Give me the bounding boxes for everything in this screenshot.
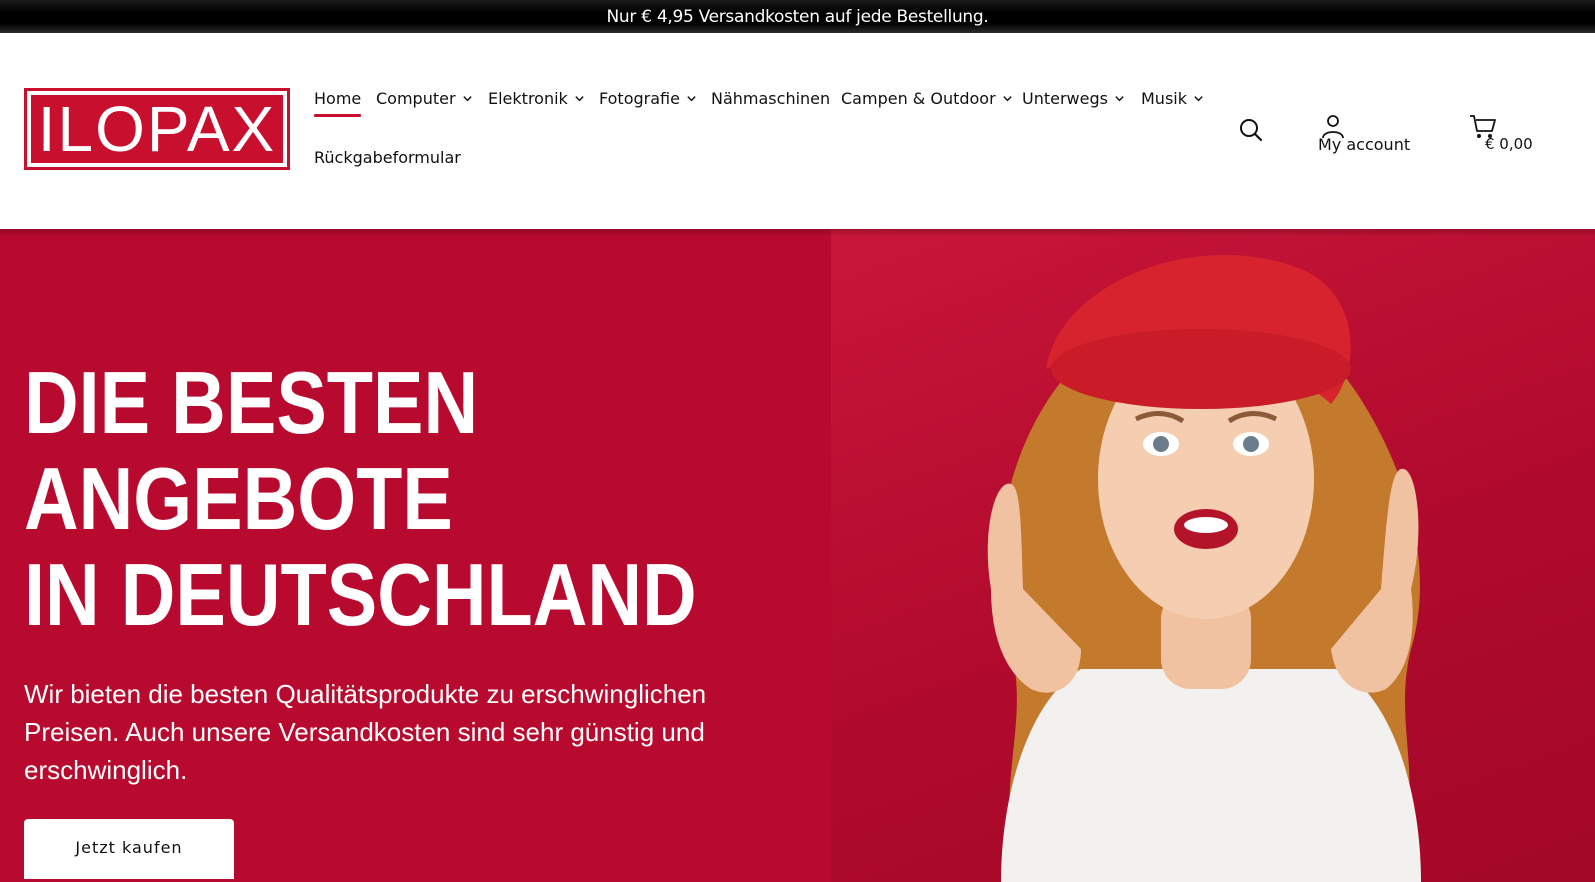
- chevron-down-icon: [1002, 96, 1012, 102]
- nav-item-musik[interactable]: Musik: [1141, 89, 1204, 108]
- logo[interactable]: ILOPAX: [24, 88, 290, 170]
- chevron-down-icon: [575, 96, 584, 102]
- header-shadow: [0, 229, 1595, 237]
- nav-label: Rückgabeformular: [314, 148, 461, 167]
- woman-photo-illustration: [987, 255, 1421, 882]
- chevron-down-icon: [462, 96, 472, 102]
- nav-label: Campen & Outdoor: [841, 89, 996, 108]
- nav-item-home[interactable]: Home: [314, 89, 362, 117]
- nav-label: Fotografie: [599, 89, 680, 108]
- search-icon[interactable]: [1238, 117, 1264, 143]
- hero-title-line: ANGEBOTE: [24, 449, 453, 548]
- nav-label: Home: [314, 89, 362, 108]
- nav-label: Musik: [1141, 89, 1187, 108]
- chevron-down-icon: [687, 96, 696, 102]
- nav-label: Computer: [376, 89, 456, 108]
- nav-item-computer[interactable]: Computer: [376, 89, 473, 108]
- nav-label: Nähmaschinen: [711, 89, 831, 108]
- hero-description: Wir bieten die besten Qualitätsprodukte …: [24, 679, 707, 785]
- nav-item-rueckgabeformular[interactable]: Rückgabeformular: [314, 148, 461, 167]
- nav-item-campen-outdoor[interactable]: Campen & Outdoor: [841, 89, 1013, 108]
- hero-title-line: DIE BESTEN: [24, 353, 479, 452]
- nav-item-unterwegs[interactable]: Unterwegs: [1022, 89, 1125, 108]
- hero-image: [831, 229, 1595, 882]
- nav-item-elektronik[interactable]: Elektronik: [488, 89, 585, 108]
- my-account-link[interactable]: My account: [1318, 135, 1410, 154]
- site-header: ILOPAX Home Computer Elektronik Fotograf…: [0, 33, 1595, 229]
- chevron-down-icon: [1115, 96, 1124, 102]
- hero-title-line: IN DEUTSCHLAND: [24, 545, 697, 644]
- chevron-down-icon: [1194, 96, 1203, 102]
- logo-text: ILOPAX: [31, 95, 283, 163]
- promo-bar: Nur € 4,95 Versandkosten auf jede Bestel…: [0, 0, 1595, 33]
- nav-item-naehmaschinen[interactable]: Nähmaschinen: [711, 89, 830, 108]
- nav-label: Unterwegs: [1022, 89, 1108, 108]
- hero-title: DIE BESTEN ANGEBOTE IN DEUTSCHLAND: [24, 355, 697, 643]
- cart-total[interactable]: € 0,00: [1485, 135, 1533, 153]
- nav-label: Elektronik: [488, 89, 568, 108]
- hero-banner: DIE BESTEN ANGEBOTE IN DEUTSCHLAND Wir b…: [0, 229, 1595, 882]
- promo-text: Nur € 4,95 Versandkosten auf jede Bestel…: [606, 6, 989, 27]
- nav-item-fotografie[interactable]: Fotografie: [599, 89, 697, 108]
- shop-now-button[interactable]: Jetzt kaufen: [24, 819, 234, 879]
